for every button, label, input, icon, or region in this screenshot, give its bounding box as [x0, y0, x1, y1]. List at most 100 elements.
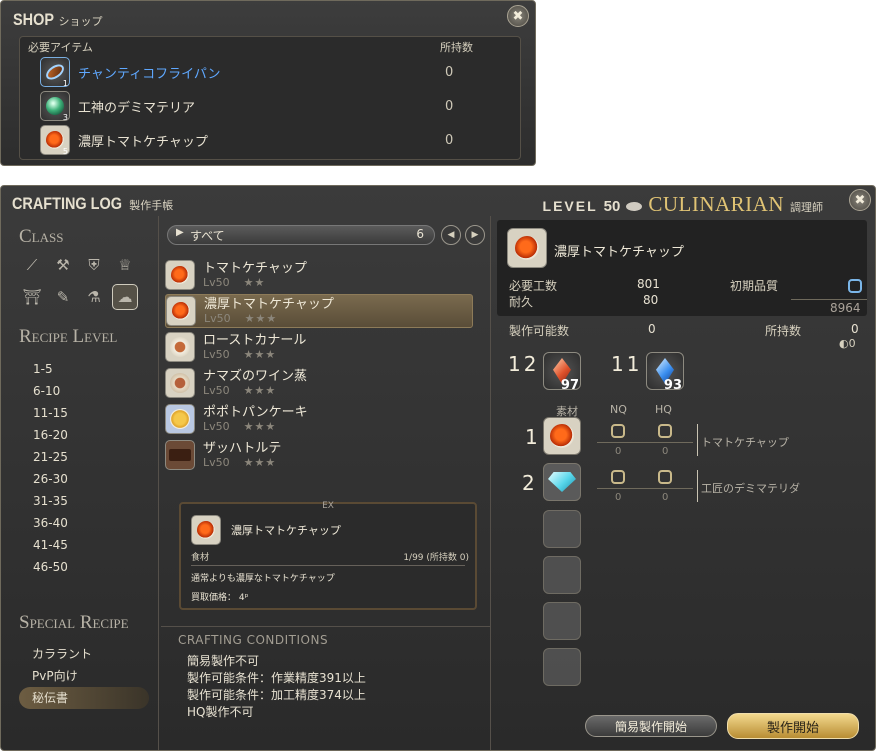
- nq-column-label: NQ: [610, 403, 627, 416]
- crafting-log-window: CRAFTING LOG 製作手帳 LEVEL 50 CULINARIAN 調理…: [0, 185, 876, 751]
- recipe-name: ポポトパンケーキ: [203, 404, 308, 420]
- alchemist-icon[interactable]: ⚗: [81, 284, 107, 310]
- tomato-ketchup-icon[interactable]: [543, 417, 581, 455]
- owned-count-header: 所持数: [440, 41, 473, 54]
- recipe-stars: ★★: [243, 275, 266, 289]
- armorer-icon[interactable]: ⛨: [81, 252, 107, 278]
- material-name: トマトケチャップ: [701, 436, 789, 449]
- condition-line: 簡易製作不可: [187, 654, 260, 668]
- recipe-level-item[interactable]: 41-45: [33, 534, 68, 556]
- class-name: CULINARIAN: [648, 192, 784, 216]
- recipe-level: Lv50: [203, 347, 230, 361]
- recipe-row[interactable]: ザッハトルテ Lv50 ★★★: [165, 438, 473, 472]
- tooltip-category: 食材: [191, 553, 210, 563]
- shop-item-row[interactable]: 3 工神のデミマテリア 0: [40, 90, 510, 122]
- difficulty-label: 必要工数: [509, 279, 558, 293]
- special-recipe-section-title: Special Recipe: [19, 612, 129, 633]
- synthesize-button[interactable]: 製作開始: [727, 713, 859, 739]
- frying-pan-icon: 1: [40, 57, 70, 88]
- goldsmith-icon[interactable]: ♕: [112, 252, 138, 278]
- blacksmith-icon[interactable]: ⚒: [50, 252, 76, 278]
- owned-label: 所持数: [765, 324, 802, 338]
- culinarian-icon[interactable]: ☁: [112, 284, 138, 310]
- sachertorte-icon: [165, 440, 195, 470]
- tooltip-description: 通常よりも濃厚なトマトケチャップ: [191, 574, 335, 584]
- recipe-name: ザッハトルテ: [203, 440, 282, 456]
- level-label: LEVEL: [542, 198, 598, 214]
- recipe-level-item[interactable]: 46-50: [33, 556, 68, 578]
- shop-item-row[interactable]: 5 濃厚トマトケチャップ 0: [40, 124, 510, 156]
- level-value: 50: [603, 198, 621, 215]
- material-nq-checkbox[interactable]: [611, 424, 625, 438]
- recipe-level: Lv50: [203, 455, 230, 469]
- recipe-stars: ★★★: [243, 455, 277, 469]
- recipe-level-item[interactable]: 31-35: [33, 490, 68, 512]
- rich-ketchup-icon[interactable]: [507, 228, 547, 268]
- material-hq-count: 0: [662, 492, 669, 503]
- recipe-level-item[interactable]: 16-20: [33, 424, 68, 446]
- crafting-log-title-text: CRAFTING LOG: [12, 194, 122, 213]
- recipe-row-selected[interactable]: 濃厚トマトケチャップ Lv50 ★★★: [165, 294, 473, 328]
- quick-synthesis-button[interactable]: 簡易製作開始: [585, 715, 717, 737]
- recipe-name: 濃厚トマトケチャップ: [204, 296, 334, 312]
- class-filter-column: Class ⟋ ⚒ ⛨ ♕ ⛩ ✎ ⚗ ☁ Recipe Level 1-5 6…: [1, 216, 159, 750]
- material-hq-checkbox[interactable]: [658, 424, 672, 438]
- material-name: 工匠のデミマテリダ: [701, 482, 800, 495]
- carpenter-icon[interactable]: ⟋: [19, 252, 45, 278]
- crafting-log-close-icon[interactable]: ✖: [849, 189, 871, 211]
- recipe-row[interactable]: トマトケチャップ Lv50 ★★: [165, 258, 473, 292]
- empty-material-slot: [543, 556, 581, 594]
- recipe-level-item[interactable]: 6-10: [33, 380, 68, 402]
- recipe-row[interactable]: ナマズのワイン蒸 Lv50 ★★★: [165, 366, 473, 400]
- shop-title: SHOP ショップ: [13, 10, 103, 30]
- condition-line: 製作可能条件：加工精度374以上: [187, 688, 366, 702]
- initial-quality-checkbox[interactable]: [848, 279, 862, 293]
- material-nq-checkbox[interactable]: [611, 470, 625, 484]
- condition-line: 製作可能条件：作業精度391以上: [187, 671, 366, 685]
- recipe-level-list: 1-5 6-10 11-15 16-20 21-25 26-30 31-35 3…: [33, 358, 68, 578]
- material-hq-checkbox[interactable]: [658, 470, 672, 484]
- demimateria-icon[interactable]: [543, 463, 581, 501]
- shop-item-row[interactable]: 1 チャンティコフライパン 0: [40, 56, 510, 88]
- craftable-value: 0: [648, 322, 656, 336]
- special-recipe-item[interactable]: カララント: [19, 643, 149, 665]
- empty-material-slot: [543, 648, 581, 686]
- difficulty-value: 801: [637, 277, 660, 291]
- recipe-detail-column: 濃厚トマトケチャップ 必要工数 801 耐久 80 初期品質 8964 製作可能…: [493, 216, 875, 750]
- recipe-level-item[interactable]: 36-40: [33, 512, 68, 534]
- roast-canard-icon: [165, 332, 195, 362]
- recipe-list-column: ▶ すべて 6 ◀ ▶ トマトケチャップ Lv50 ★★ 濃厚トマトケチャップ L…: [161, 216, 491, 750]
- initial-quality-label: 初期品質: [730, 279, 779, 293]
- weaver-icon[interactable]: ✎: [50, 284, 76, 310]
- leatherworker-icon[interactable]: ⛩: [19, 284, 45, 310]
- recipe-filter-dropdown[interactable]: ▶ すべて 6: [167, 225, 435, 245]
- special-recipe-item-selected[interactable]: 秘伝書: [19, 687, 149, 709]
- durability-label: 耐久: [509, 295, 534, 309]
- tooltip-item-name: 濃厚トマトケチャップ: [231, 524, 341, 537]
- material-divider: [697, 424, 698, 456]
- recipe-row[interactable]: ポポトパンケーキ Lv50 ★★★: [165, 402, 473, 436]
- shop-close-icon[interactable]: ✖: [507, 5, 529, 27]
- recipe-detail-name: 濃厚トマトケチャップ: [554, 245, 684, 260]
- pancake-icon: [165, 404, 195, 434]
- recipe-stars: ★★★: [243, 383, 277, 397]
- water-crystal-icon[interactable]: 93: [646, 352, 684, 393]
- recipe-level-item[interactable]: 1-5: [33, 358, 68, 380]
- special-recipe-item[interactable]: PvP向け: [19, 665, 149, 687]
- material-qty: 2: [522, 471, 535, 495]
- next-page-icon[interactable]: ▶: [465, 225, 485, 245]
- material-divider: [597, 488, 693, 489]
- owned-hq-value: ◐0: [839, 337, 856, 350]
- prev-page-icon[interactable]: ◀: [441, 225, 461, 245]
- shop-item-name[interactable]: チャンティコフライパン: [78, 63, 220, 82]
- hq-icon: ◐: [839, 337, 849, 350]
- shop-window: SHOP ショップ ✖ 必要アイテム 所持数 1 チャンティコフライパン 0 3…: [0, 0, 536, 166]
- recipe-row[interactable]: ローストカナール Lv50 ★★★: [165, 330, 473, 364]
- recipe-level-item[interactable]: 21-25: [33, 446, 68, 468]
- recipe-level-item[interactable]: 11-15: [33, 402, 68, 424]
- recipe-stars: ★★★: [243, 347, 277, 361]
- item-tooltip: EX 濃厚トマトケチャップ 食材 1/99 (所持数 0) 通常よりも濃厚なトマ…: [179, 501, 477, 610]
- material-hq-count: 0: [662, 446, 669, 457]
- recipe-level-item[interactable]: 26-30: [33, 468, 68, 490]
- fire-crystal-icon[interactable]: 97: [543, 352, 581, 393]
